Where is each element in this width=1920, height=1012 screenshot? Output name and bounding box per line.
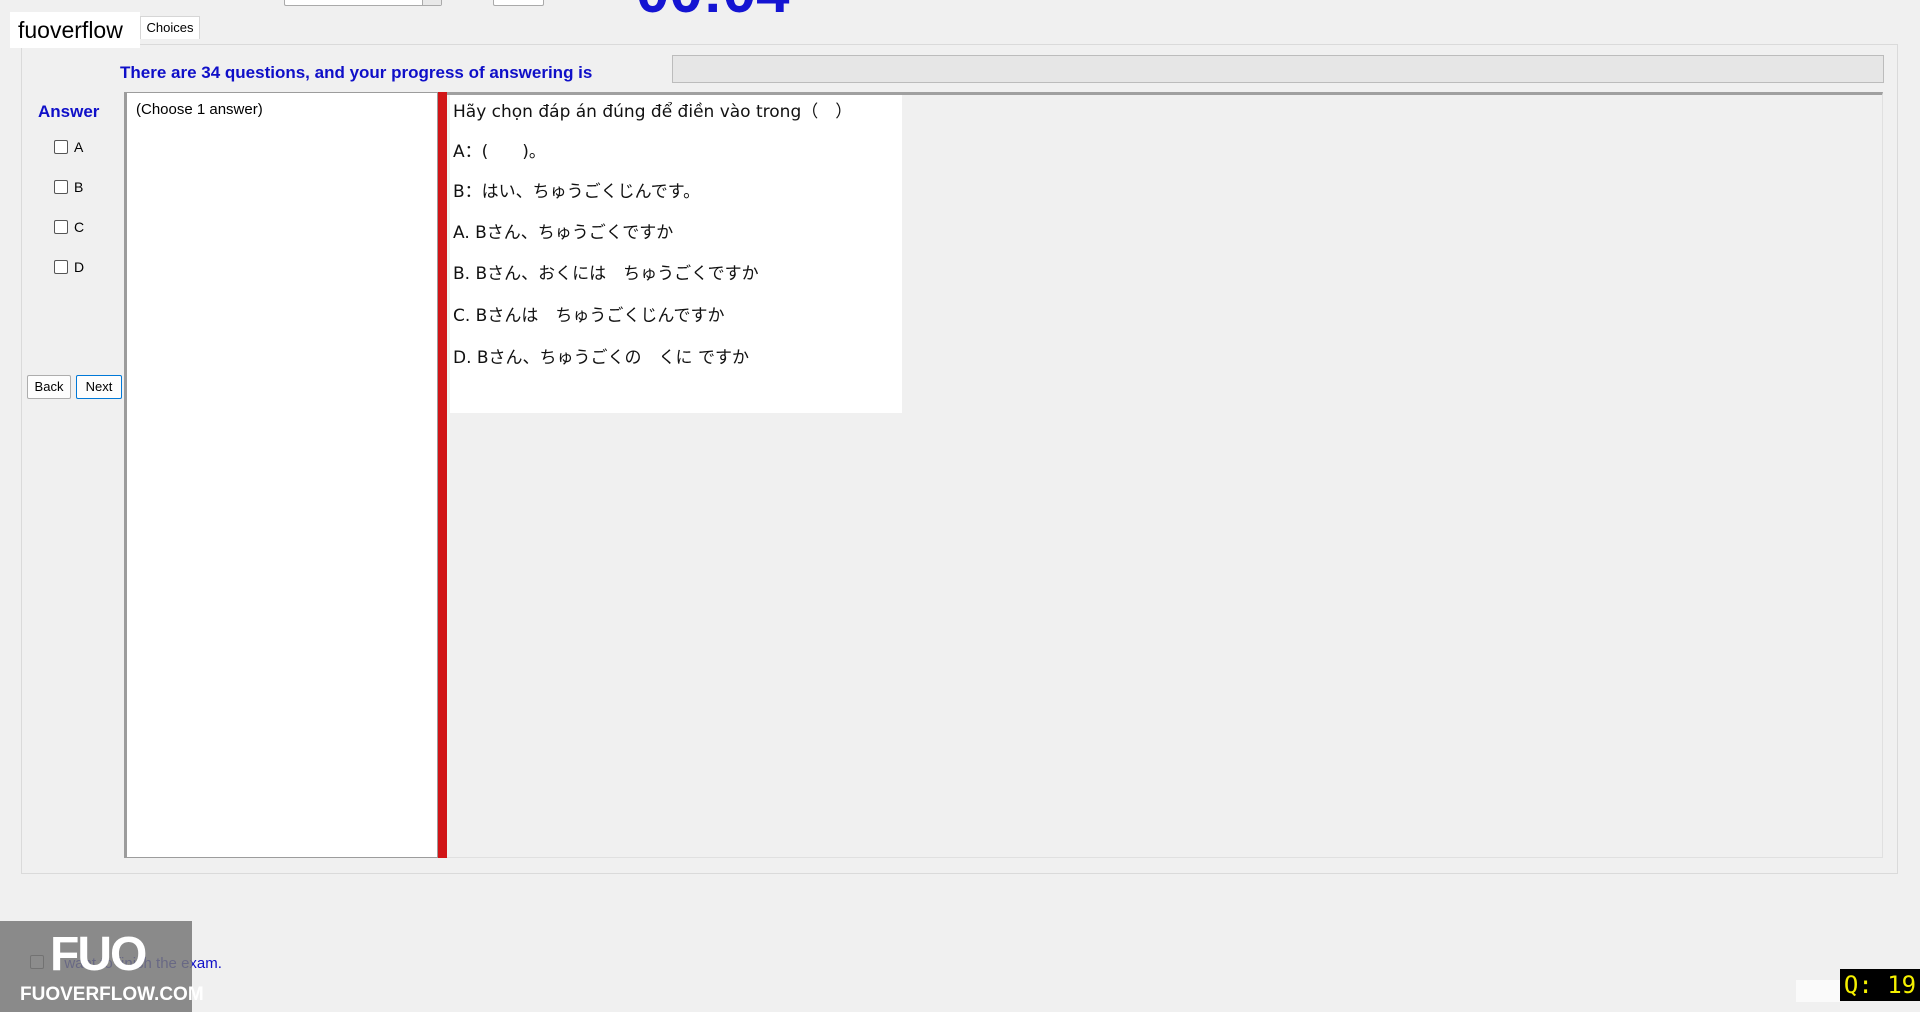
question-line: B. Bさん、おくには ちゅうごくですか — [453, 264, 759, 284]
question-line: B：はい、ちゅうごくじんです。 — [453, 182, 701, 202]
panel-splitter[interactable] — [438, 92, 447, 858]
choices-panel: (Choose 1 answer) — [124, 92, 438, 858]
exam-timer: 00:04 — [636, 0, 789, 22]
question-line: D. Bさん、ちゅうごくの くに ですか — [453, 348, 749, 368]
status-box — [1796, 980, 1840, 1002]
option-label: B — [74, 179, 84, 195]
next-button[interactable]: Next — [76, 375, 122, 399]
tab-choices[interactable]: Choices — [140, 16, 200, 39]
question-line: A. Bさん、ちゅうごくですか — [453, 223, 674, 243]
answer-title: Answer — [38, 102, 100, 121]
question-box: Hãy chọn đáp án đúng để điền vào trong（ … — [450, 95, 902, 413]
question-counter: Q: 19 — [1840, 969, 1920, 1001]
progress-label: There are 34 questions, and your progres… — [120, 63, 593, 82]
option-label: C — [74, 219, 85, 235]
logo-text: FUO — [50, 928, 147, 981]
watermark-label: fuoverflow — [10, 12, 140, 48]
progress-bar — [672, 55, 1884, 83]
checkbox[interactable] — [54, 220, 68, 234]
fuoverflow-logo: FUO FUOVERFLOW.COM — [0, 921, 204, 1012]
choose-note: (Choose 1 answer) — [136, 101, 263, 118]
question-line: C. Bさんは ちゅうごくじんですか — [453, 306, 725, 326]
option-label: D — [74, 259, 85, 275]
checkbox[interactable] — [54, 140, 68, 154]
option-label: A — [74, 139, 84, 155]
answer-option-a[interactable]: A — [54, 139, 83, 155]
checkbox[interactable] — [54, 260, 68, 274]
top-field[interactable] — [493, 0, 544, 6]
checkbox[interactable] — [54, 180, 68, 194]
answer-option-c[interactable]: C — [54, 219, 84, 235]
logo-url: FUOVERFLOW.COM — [20, 984, 204, 1005]
answer-option-d[interactable]: D — [54, 259, 84, 275]
answer-option-b[interactable]: B — [54, 179, 83, 195]
question-line: A：( )。 — [453, 142, 546, 162]
question-line: Hãy chọn đáp án đúng để điền vào trong（ … — [453, 102, 853, 122]
back-button[interactable]: Back — [27, 375, 71, 399]
top-dropdown[interactable] — [284, 0, 442, 6]
